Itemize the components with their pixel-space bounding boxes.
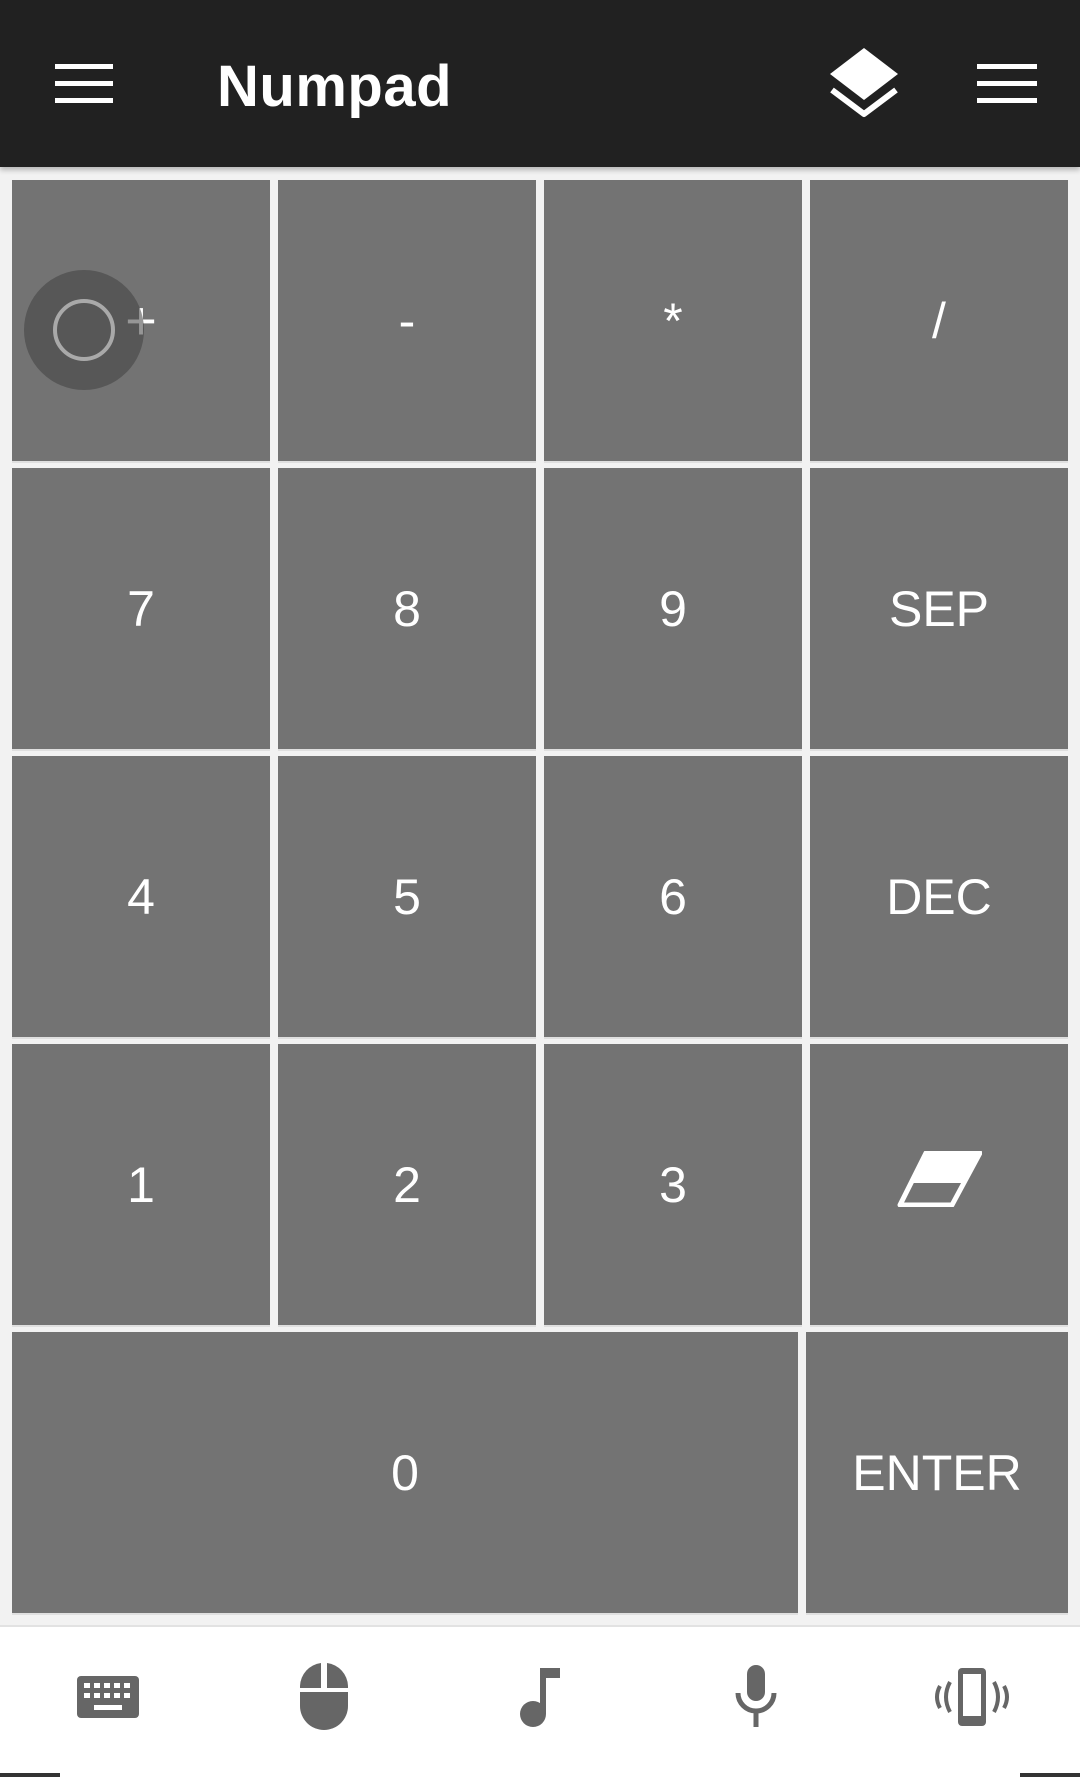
key-label: ENTER [852, 1444, 1022, 1501]
layers-icon[interactable] [818, 40, 910, 126]
key-4[interactable]: 4 [12, 756, 270, 1037]
key-label: DEC [886, 868, 992, 925]
key-backspace[interactable] [810, 1044, 1068, 1325]
key-label: + [125, 290, 157, 351]
key-minus[interactable]: - [278, 180, 536, 461]
nav-keyboard[interactable] [0, 1627, 216, 1771]
numpad-grid: + - * / 7 8 9 SEP 4 5 6 DEC 1 2 3 0 ENTE… [0, 170, 1080, 1615]
key-1[interactable]: 1 [12, 1044, 270, 1325]
key-separator[interactable]: SEP [810, 468, 1068, 749]
nav-mouse[interactable] [216, 1627, 432, 1771]
nav-voice[interactable] [648, 1627, 864, 1771]
keyboard-icon [77, 1675, 139, 1723]
key-label: - [398, 292, 416, 349]
key-decimal[interactable]: DEC [810, 756, 1068, 1037]
key-label: 4 [127, 868, 155, 925]
key-label: 6 [659, 868, 687, 925]
key-9[interactable]: 9 [544, 468, 802, 749]
nav-vibrate[interactable] [864, 1627, 1080, 1771]
key-label: 2 [393, 1156, 421, 1213]
key-enter[interactable]: ENTER [806, 1332, 1068, 1613]
page-title: Numpad [217, 54, 452, 119]
key-label: 8 [393, 580, 421, 637]
key-8[interactable]: 8 [278, 468, 536, 749]
key-label: 3 [659, 1156, 687, 1213]
key-label: 9 [659, 580, 687, 637]
key-plus[interactable]: + [12, 180, 270, 461]
key-label: 7 [127, 580, 155, 637]
key-label: SEP [888, 580, 990, 637]
key-label: / [932, 292, 946, 349]
screen-edge [0, 1773, 60, 1777]
key-divide[interactable]: / [810, 180, 1068, 461]
key-label: 1 [127, 1156, 155, 1213]
app-bar: Numpad [0, 0, 1080, 167]
eraser-icon [896, 1150, 983, 1219]
key-multiply[interactable]: * [544, 180, 802, 461]
music-note-icon [518, 1666, 562, 1733]
menu-icon[interactable] [48, 52, 120, 116]
key-6[interactable]: 6 [544, 756, 802, 1037]
key-7[interactable]: 7 [12, 468, 270, 749]
mouse-icon [298, 1662, 350, 1737]
microphone-icon [734, 1664, 778, 1734]
key-2[interactable]: 2 [278, 1044, 536, 1325]
screen-edge [1020, 1773, 1080, 1777]
nav-media[interactable] [432, 1627, 648, 1771]
menu-icon[interactable] [970, 52, 1044, 116]
key-label: 5 [393, 868, 421, 925]
key-3[interactable]: 3 [544, 1044, 802, 1325]
key-0[interactable]: 0 [12, 1332, 798, 1613]
key-5[interactable]: 5 [278, 756, 536, 1037]
key-label: * [663, 292, 683, 349]
numpad-screen: Numpad + - * / 7 8 9 SEP 4 5 6 DEC 1 2 3… [0, 0, 1080, 1777]
key-label: 0 [391, 1444, 419, 1501]
phone-vibrate-icon [928, 1666, 1016, 1733]
bottom-navigation [0, 1625, 1080, 1777]
